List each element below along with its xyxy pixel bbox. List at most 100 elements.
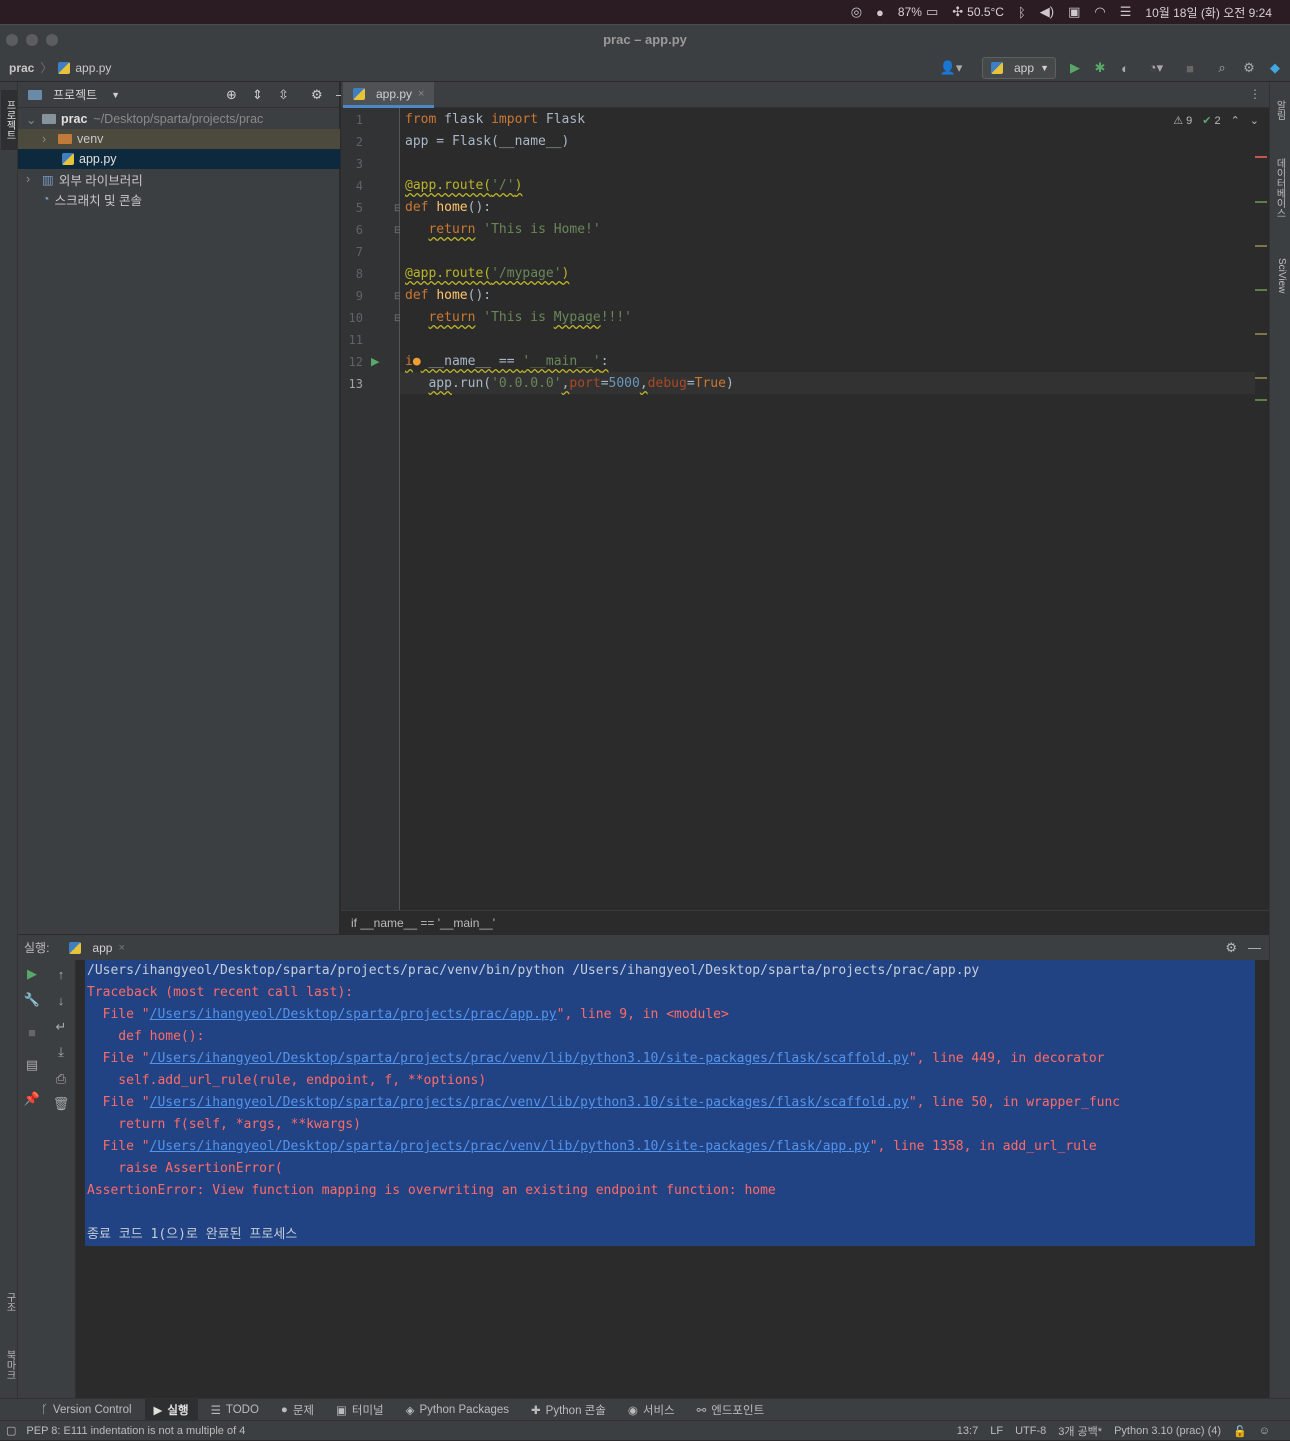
tool-python-console[interactable]: ✚ Python 콘솔: [522, 1399, 615, 1421]
editor-breadcrumb[interactable]: if __name__ == '__main__': [341, 910, 1269, 934]
debug-icon[interactable]: ✱: [1091, 59, 1109, 77]
tool-version-control[interactable]: ᚴ Version Control: [32, 1399, 141, 1421]
unlock-icon[interactable]: 🔓: [1233, 1425, 1247, 1438]
console-file-link[interactable]: /Users/ihangyeol/Desktop/sparta/projects…: [150, 1007, 557, 1022]
project-panel-title[interactable]: 프로젝트: [53, 86, 97, 103]
breadcrumb-file[interactable]: app.py: [75, 61, 111, 75]
notifications-icon[interactable]: ☺: [1259, 1425, 1270, 1437]
database-tool-tab[interactable]: 데이터베이스: [1271, 148, 1287, 228]
error-stripe-marker[interactable]: [1255, 399, 1267, 401]
bluetooth-icon[interactable]: ᛒ: [1018, 5, 1026, 20]
structure-tool-tab[interactable]: 구조: [1, 1282, 17, 1322]
console-file-link[interactable]: /Users/ihangyeol/Desktop/sparta/projects…: [150, 1139, 870, 1154]
project-tool-tab[interactable]: 프로젝트: [1, 90, 17, 150]
clock[interactable]: 10월 18일 (화) 오전 9:24: [1145, 4, 1272, 21]
run-gutter-icon[interactable]: ▶: [371, 355, 379, 368]
messenger-icon[interactable]: ●: [876, 5, 884, 20]
tool-todo[interactable]: ☰ TODO: [202, 1399, 268, 1421]
run-icon: ▶: [153, 1404, 163, 1417]
search-icon[interactable]: ⌕: [1213, 59, 1231, 77]
input-method-icon[interactable]: ▣: [1068, 4, 1080, 20]
user-account-icon[interactable]: 👤▾: [938, 59, 964, 77]
tree-item-external-libraries[interactable]: › ▥ 외부 라이브러리: [18, 169, 340, 189]
previous-highlight-icon[interactable]: ⌃: [1231, 114, 1240, 127]
gear-icon[interactable]: ⚙: [311, 87, 323, 103]
stop-icon[interactable]: ■: [23, 1023, 41, 1041]
creative-cloud-icon[interactable]: ◎: [851, 4, 862, 20]
error-stripe-marker[interactable]: [1255, 377, 1267, 379]
tool-label: 터미널: [351, 1404, 384, 1417]
run-console[interactable]: /Users/ihangyeol/Desktop/sparta/projects…: [77, 960, 1269, 1398]
console-file-link[interactable]: /Users/ihangyeol/Desktop/sparta/projects…: [150, 1095, 909, 1110]
error-stripe-marker[interactable]: [1255, 333, 1267, 335]
minimize-window-button[interactable]: [26, 34, 38, 46]
run-configuration-selector[interactable]: app ▼: [982, 57, 1056, 79]
tool-services[interactable]: ◉ 서비스: [619, 1399, 684, 1421]
sciview-tool-tab[interactable]: SciView: [1271, 246, 1287, 306]
breadcrumb-project[interactable]: prac: [9, 61, 34, 75]
zoom-window-button[interactable]: [46, 34, 58, 46]
stop-icon[interactable]: ■: [1181, 59, 1199, 77]
close-icon[interactable]: ×: [418, 88, 424, 100]
run-icon[interactable]: ▶: [1066, 59, 1084, 77]
status-message[interactable]: PEP 8: E111 indentation is not a multipl…: [26, 1425, 245, 1437]
console-file-link[interactable]: /Users/ihangyeol/Desktop/sparta/projects…: [150, 1051, 909, 1066]
tool-terminal[interactable]: ▣ 터미널: [327, 1399, 393, 1421]
tree-item-scratches[interactable]: ◔ 스크래치 및 콘솔: [18, 189, 340, 209]
error-stripe-marker[interactable]: [1255, 245, 1267, 247]
coverage-icon[interactable]: ◐: [1116, 59, 1134, 77]
error-stripe-marker[interactable]: [1255, 289, 1267, 291]
layout-icon[interactable]: ▤: [23, 1056, 41, 1074]
line-separator[interactable]: LF: [990, 1425, 1003, 1437]
locate-file-icon[interactable]: ⊕: [226, 87, 237, 103]
caret-position[interactable]: 13:7: [957, 1425, 978, 1437]
tool-python-packages[interactable]: ◈ Python Packages: [397, 1399, 518, 1421]
line-number: 13: [348, 377, 363, 391]
arrow-up-icon[interactable]: ↑: [52, 965, 70, 983]
error-stripe-marker[interactable]: [1255, 156, 1267, 158]
toggle-panels-icon[interactable]: ▢: [6, 1424, 16, 1437]
tree-item-venv[interactable]: › venv: [18, 129, 340, 149]
inspection-widget[interactable]: ⚠ 9 ✔ 2 ⌃ ⌄: [1173, 114, 1259, 127]
file-encoding[interactable]: UTF-8: [1015, 1425, 1046, 1437]
rerun-icon[interactable]: ▶: [23, 965, 41, 983]
bookmarks-tool-tab[interactable]: 북마크: [1, 1340, 17, 1390]
battery-status[interactable]: 87% ▭: [898, 4, 938, 20]
wrench-icon[interactable]: 🔧: [23, 991, 41, 1009]
trash-icon[interactable]: 🗑: [52, 1095, 70, 1113]
ide-update-icon[interactable]: ◆: [1266, 59, 1284, 77]
next-highlight-icon[interactable]: ⌄: [1250, 114, 1259, 127]
close-window-button[interactable]: [6, 34, 18, 46]
notifications-tool-tab[interactable]: 알림: [1271, 90, 1287, 130]
wifi-icon[interactable]: ◠: [1094, 4, 1105, 20]
print-icon[interactable]: ⎙: [52, 1070, 70, 1088]
tool-run[interactable]: ▶ 실행: [144, 1398, 198, 1421]
tool-problems[interactable]: ● 문제: [272, 1399, 323, 1421]
chevron-right-icon: 〉: [40, 61, 53, 75]
tree-item-app-py[interactable]: app.py: [18, 149, 340, 169]
run-tab-app[interactable]: app ×: [59, 935, 134, 961]
scroll-to-end-icon[interactable]: ⤓: [52, 1043, 70, 1061]
volume-icon[interactable]: ◀): [1040, 4, 1054, 20]
tool-endpoints[interactable]: ⚯ 엔드포인트: [688, 1399, 774, 1421]
gear-icon[interactable]: ⚙: [1225, 940, 1237, 956]
collapse-all-icon[interactable]: ⇳: [278, 87, 289, 103]
error-stripe-marker[interactable]: [1255, 201, 1267, 203]
tree-item-root[interactable]: ⌄ prac ~/Desktop/sparta/projects/prac: [18, 109, 340, 129]
code-editor[interactable]: from flask import Flask app = Flask(__na…: [400, 108, 1269, 910]
indent-setting[interactable]: 3개 공백*: [1058, 1423, 1102, 1439]
control-center-icon[interactable]: ☰: [1120, 4, 1132, 20]
close-icon[interactable]: ×: [118, 942, 124, 954]
expand-all-icon[interactable]: ⇕: [252, 87, 263, 103]
gear-icon[interactable]: ⚙: [1240, 59, 1258, 77]
arrow-down-icon[interactable]: ↓: [52, 991, 70, 1009]
editor-tab-app-py[interactable]: app.py ×: [343, 82, 435, 108]
python-interpreter[interactable]: Python 3.10 (prac) (4): [1114, 1425, 1221, 1437]
more-options-icon[interactable]: ⋮: [1249, 87, 1261, 101]
temperature-status[interactable]: ✣ 50.5°C: [952, 4, 1004, 20]
profile-icon[interactable]: ◔▾: [1141, 59, 1171, 77]
hide-panel-icon[interactable]: —: [1248, 940, 1261, 955]
chevron-down-icon[interactable]: ▼: [111, 90, 120, 100]
soft-wrap-icon[interactable]: ↵: [52, 1018, 70, 1036]
pin-icon[interactable]: 📌: [23, 1090, 41, 1108]
